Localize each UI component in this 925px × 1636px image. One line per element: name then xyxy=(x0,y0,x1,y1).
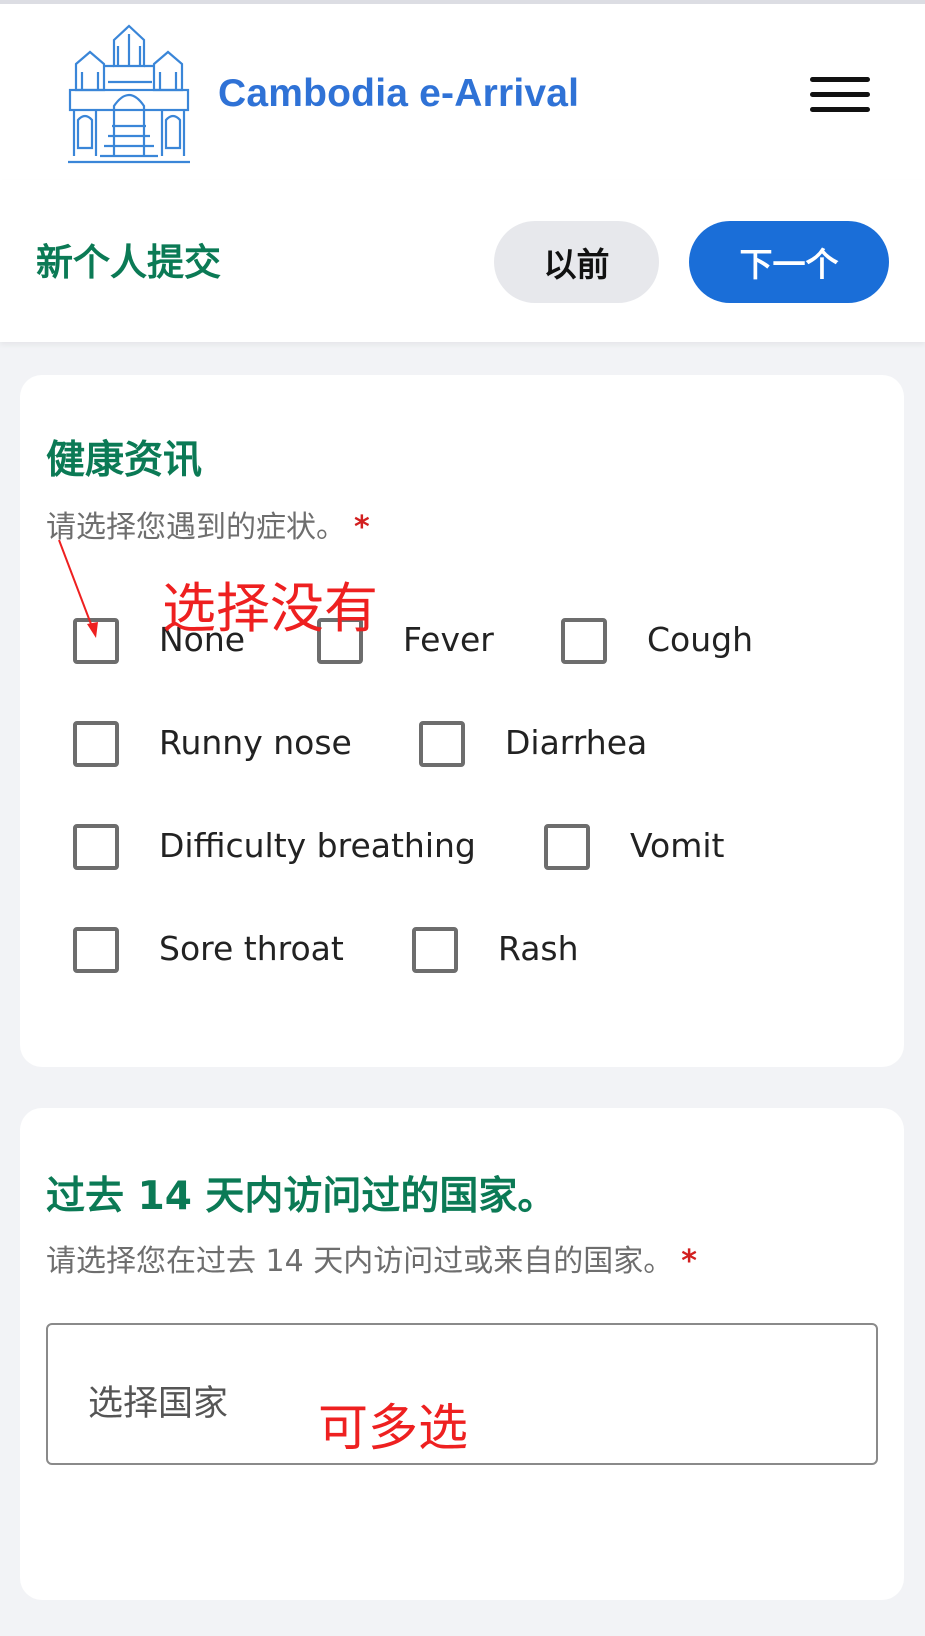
health-section-title: 健康资讯 xyxy=(46,438,203,483)
required-mark: * xyxy=(681,1244,697,1279)
symptom-option-runny-nose[interactable]: Runny nose xyxy=(73,719,373,767)
page-title: 新个人提交 xyxy=(36,241,221,284)
symptom-option-difficulty-breathing[interactable]: Difficulty breathing xyxy=(73,822,493,870)
countries-prompt: 请选择您在过去 14 天内访问过或来自的国家。 * xyxy=(46,1236,697,1280)
symptom-option-cough[interactable]: Cough xyxy=(561,616,781,664)
app-header: Cambodia e-Arrival xyxy=(0,0,925,180)
symptom-label: Runny nose xyxy=(159,723,352,762)
health-info-card: 健康资讯 请选择您遇到的症状。 * None Fever Cough Runny … xyxy=(20,375,904,1067)
checkbox[interactable] xyxy=(544,824,590,870)
annotation-arrow-icon xyxy=(58,539,98,638)
hamburger-menu-icon[interactable] xyxy=(808,74,872,118)
symptom-label: Rash xyxy=(498,929,579,968)
app-title: Cambodia e-Arrival xyxy=(218,72,580,115)
symptom-option-rash[interactable]: Rash xyxy=(412,925,632,973)
checkbox[interactable] xyxy=(73,824,119,870)
checkbox[interactable] xyxy=(561,618,607,664)
symptom-label: Cough xyxy=(647,620,754,659)
symptom-label: Diarrhea xyxy=(505,723,648,762)
annotation-multi-select: 可多选 xyxy=(318,1399,468,1457)
next-button[interactable]: 下一个 xyxy=(689,221,889,303)
countries-section-title: 过去 14 天内访问过的国家。 xyxy=(46,1174,557,1219)
symptom-label: Vomit xyxy=(630,826,725,865)
symptom-label: Fever xyxy=(403,620,494,659)
required-mark: * xyxy=(354,510,370,545)
symptom-label: Sore throat xyxy=(159,929,344,968)
checkbox[interactable] xyxy=(419,721,465,767)
country-select-placeholder: 选择国家 xyxy=(88,1384,229,1424)
symptom-option-vomit[interactable]: Vomit xyxy=(544,822,764,870)
angkor-temple-logo-icon[interactable] xyxy=(68,24,190,164)
symptom-option-sore-throat[interactable]: Sore throat xyxy=(73,925,373,973)
submission-toolbar: 新个人提交 以前 下一个 xyxy=(0,180,925,342)
checkbox[interactable] xyxy=(412,927,458,973)
symptom-label: Difficulty breathing xyxy=(159,826,476,865)
annotation-select-none: 选择没有 xyxy=(162,577,378,640)
checkbox[interactable] xyxy=(73,721,119,767)
checkbox[interactable] xyxy=(73,927,119,973)
visited-countries-card: 过去 14 天内访问过的国家。 请选择您在过去 14 天内访问过或来自的国家。 *… xyxy=(20,1108,904,1600)
previous-button[interactable]: 以前 xyxy=(494,221,659,303)
countries-prompt-text: 请选择您在过去 14 天内访问过或来自的国家。 xyxy=(46,1244,674,1279)
symptom-option-diarrhea[interactable]: Diarrhea xyxy=(419,719,679,767)
